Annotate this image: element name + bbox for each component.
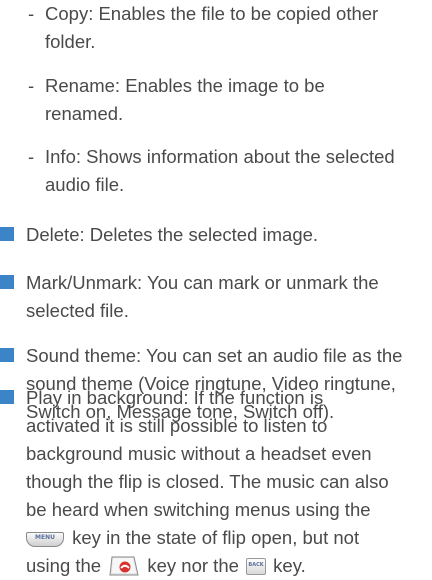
sub-item-text: Copy: Enables the file to be copied othe…: [45, 3, 379, 24]
bullet-text: Delete: Deletes the selected image.: [26, 224, 319, 245]
manual-page: - Copy: Enables the file to be copied oth…: [0, 0, 432, 576]
sub-item-rename: - Rename: Enables the image to be renamed…: [28, 72, 428, 128]
menu-key-icon: MENU: [26, 532, 64, 547]
bullet-text: though the flip is closed. The music can…: [26, 471, 389, 492]
square-bullet-icon: [0, 390, 14, 404]
bullet-item-mark-unmark: Mark/Unmark: You can mark or unmark the …: [0, 269, 428, 325]
back-key-icon: BACK: [246, 558, 267, 575]
bullet-text: background music without a headset even: [26, 443, 372, 464]
sub-item-text: Rename: Enables the image to be: [45, 75, 325, 96]
dash: -: [28, 146, 35, 167]
sub-item-info: - Info: Shows information about the selec…: [28, 143, 428, 199]
sub-item-text: folder.: [45, 31, 96, 52]
bullet-item-play-in-background: Play in background: If the function is a…: [0, 384, 428, 580]
square-bullet-icon: [0, 348, 14, 362]
bullet-text-with-keys: using the key nor the BACK key.: [26, 552, 428, 580]
dash: -: [28, 75, 35, 96]
square-bullet-icon: [0, 275, 14, 289]
sub-item-text: Info: Shows information about the select…: [45, 146, 395, 167]
bullet-item-delete: Delete: Deletes the selected image.: [0, 221, 428, 249]
bullet-text-fragment: key in the state of flip open, but not: [67, 527, 360, 548]
bullet-text-with-key: MENU key in the state of flip open, but …: [26, 524, 428, 552]
bullet-text: Sound theme: You can set an audio file a…: [26, 345, 403, 366]
bullet-text: Play in background: If the function is: [26, 387, 324, 408]
square-bullet-icon: [0, 227, 14, 241]
bullet-text: Mark/Unmark: You can mark or unmark the: [26, 272, 379, 293]
sub-item-text: audio file.: [45, 174, 125, 195]
sub-item-copy: - Copy: Enables the file to be copied oth…: [28, 0, 428, 56]
end-key-icon: [109, 556, 139, 576]
sub-item-text: renamed.: [45, 103, 124, 124]
bullet-text: be heard when switching menus using the: [26, 499, 371, 520]
bullet-text: activated it is still possible to listen…: [26, 415, 328, 436]
bullet-text: selected file.: [26, 300, 129, 321]
back-key-label: BACK: [248, 562, 264, 568]
dash: -: [28, 3, 35, 24]
menu-key-label: MENU: [35, 534, 55, 541]
